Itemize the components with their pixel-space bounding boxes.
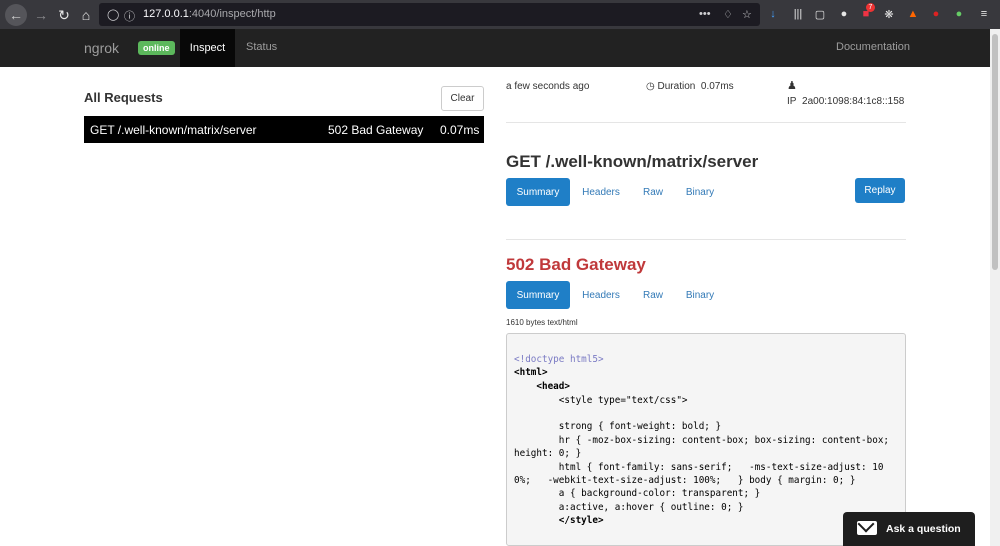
duration-info: ◷ Duration 0.07ms xyxy=(646,81,734,92)
menu-icon[interactable]: ≡ xyxy=(976,6,992,22)
nav-documentation-link[interactable]: Documentation xyxy=(836,41,910,53)
reload-icon[interactable]: ↻ xyxy=(53,4,75,26)
extension-gear-icon[interactable]: ❋ xyxy=(881,6,897,22)
code-line: <html> xyxy=(514,367,548,378)
code-line: hr { -moz-box-sizing: content-box; box-s… xyxy=(514,435,890,446)
user-icon: ♟ xyxy=(787,80,797,92)
duration-value: 0.07ms xyxy=(700,81,734,92)
request-status: 502 Bad Gateway xyxy=(328,123,424,137)
nav-tab-status[interactable]: Status xyxy=(246,41,277,53)
extension-red-icon[interactable]: ● xyxy=(928,6,944,22)
request-tab-summary[interactable]: Summary xyxy=(506,178,570,206)
navbar: ngrok online Inspect Status Documentatio… xyxy=(0,29,990,67)
response-tab-raw[interactable]: Raw xyxy=(636,281,670,309)
request-duration: 0.07ms xyxy=(440,123,480,137)
home-icon[interactable]: ⌂ xyxy=(75,4,97,26)
ask-question-widget[interactable]: Ask a question xyxy=(843,512,975,546)
bookmark-star-icon[interactable]: ☆ xyxy=(742,8,752,21)
code-line: </style> xyxy=(514,515,604,526)
code-line: strong { font-weight: bold; } xyxy=(514,421,722,432)
code-line: 0%; -webkit-text-size-adjust: 100%; } bo… xyxy=(514,475,856,486)
ip-info: IP 2a00:1098:84:1c8::158 xyxy=(787,96,904,107)
divider xyxy=(506,122,906,123)
pocket-icon[interactable]: ♢ xyxy=(723,8,733,21)
code-line: <head> xyxy=(514,381,570,392)
request-tab-raw[interactable]: Raw xyxy=(636,178,670,206)
extension-fox-icon[interactable]: ▲ xyxy=(905,6,921,22)
url-host: 127.0.0.1 xyxy=(143,8,189,20)
clear-button[interactable]: Clear xyxy=(441,86,484,111)
ask-question-label: Ask a question xyxy=(886,523,961,535)
response-tab-summary[interactable]: Summary xyxy=(506,281,570,309)
duration-label: Duration xyxy=(657,81,696,92)
url-text: 127.0.0.1:4040/inspect/http xyxy=(143,8,276,20)
library-icon[interactable]: ||| xyxy=(790,6,806,22)
request-time: a few seconds ago xyxy=(506,81,590,92)
response-title: 502 Bad Gateway xyxy=(506,255,646,274)
envelope-icon xyxy=(857,521,877,535)
code-line: height: 0; } xyxy=(514,448,582,459)
forward-arrow-icon[interactable]: → xyxy=(30,4,52,26)
page-actions-icon[interactable]: ••• xyxy=(699,8,711,20)
request-method-path: GET /.well-known/matrix/server xyxy=(90,123,257,137)
code-line: a { background-color: transparent; } xyxy=(514,488,761,499)
all-requests-heading: All Requests xyxy=(84,90,163,105)
divider xyxy=(506,239,906,240)
info-icon[interactable]: ⓘ xyxy=(124,8,135,24)
request-row[interactable]: GET /.well-known/matrix/server 502 Bad G… xyxy=(84,116,484,143)
back-arrow-icon[interactable]: ← xyxy=(5,4,27,26)
ip-value: 2a00:1098:84:1c8::158 xyxy=(802,96,905,107)
brand-logo[interactable]: ngrok xyxy=(84,40,119,56)
code-line: <style type="text/css"> xyxy=(514,395,688,406)
nav-tab-inspect[interactable]: Inspect xyxy=(180,29,235,67)
replay-button[interactable]: Replay xyxy=(855,178,905,203)
url-path: :4040/inspect/http xyxy=(188,8,276,20)
address-bar[interactable]: ◯ ⓘ 127.0.0.1:4040/inspect/http ••• ♢ ☆ xyxy=(99,3,760,26)
response-tab-headers[interactable]: Headers xyxy=(576,281,626,309)
response-meta: 1610 bytes text/html xyxy=(506,318,578,327)
clock-icon: ◷ xyxy=(646,81,655,92)
sidebar-icon[interactable]: ▢ xyxy=(812,6,828,22)
shield-icon[interactable]: ◯ xyxy=(107,8,119,21)
extension-green-icon[interactable]: ● xyxy=(951,6,967,22)
response-tab-binary[interactable]: Binary xyxy=(680,281,720,309)
notification-badge: 7 xyxy=(866,3,875,12)
code-line: a:active, a:hover { outline: 0; } xyxy=(514,502,744,513)
extension-dark-icon[interactable]: ● xyxy=(836,6,852,22)
scrollbar-thumb[interactable] xyxy=(992,34,998,270)
ip-label: IP xyxy=(787,96,797,107)
browser-toolbar: ← → ↻ ⌂ ◯ ⓘ 127.0.0.1:4040/inspect/http … xyxy=(0,0,1000,29)
request-tab-binary[interactable]: Binary xyxy=(680,178,720,206)
code-line: html { font-family: sans-serif; -ms-text… xyxy=(514,462,884,473)
status-badge: online xyxy=(138,41,175,55)
request-tab-headers[interactable]: Headers xyxy=(576,178,626,206)
download-icon[interactable]: ↓ xyxy=(765,6,781,22)
code-line: <!doctype html5> xyxy=(514,354,604,365)
request-title: GET /.well-known/matrix/server xyxy=(506,152,759,171)
